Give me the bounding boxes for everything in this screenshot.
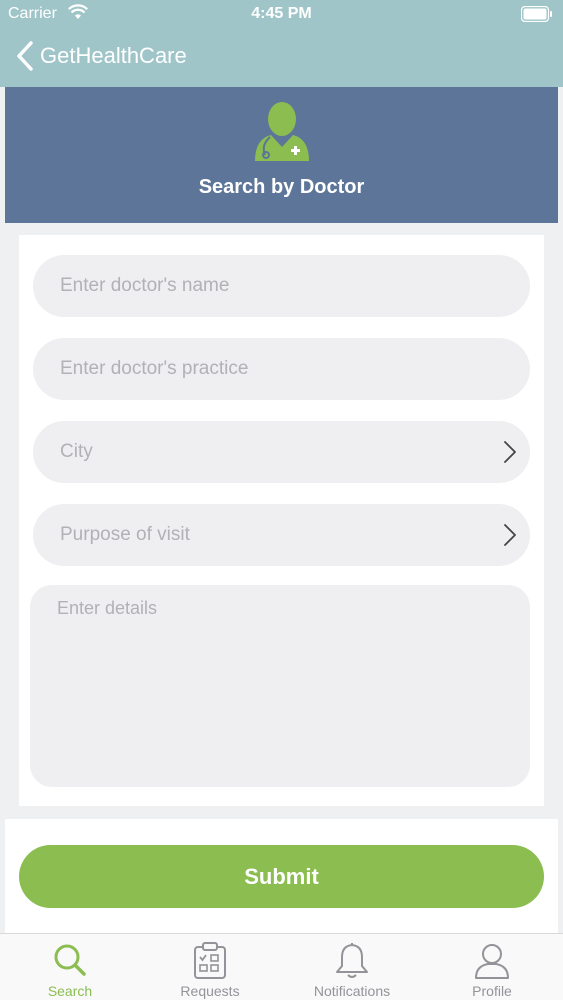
search-banner: Search by Doctor [5, 87, 558, 223]
battery-icon [521, 6, 552, 22]
back-button[interactable]: GetHealthCare [14, 40, 187, 72]
tab-search[interactable]: Search [0, 934, 140, 1000]
chevron-left-icon [17, 41, 33, 71]
bell-icon [336, 943, 368, 978]
purpose-selector[interactable]: Purpose of visit [33, 504, 530, 566]
tab-profile-label: Profile [472, 983, 512, 999]
search-icon [54, 944, 86, 976]
submit-button[interactable]: Submit [19, 845, 544, 908]
doctor-practice-placeholder: Enter doctor's practice [60, 358, 249, 379]
person-icon [475, 944, 509, 979]
doctor-name-field[interactable]: Enter doctor's name [33, 255, 530, 317]
banner-title: Search by Doctor [198, 176, 365, 198]
clipboard-icon [194, 942, 226, 979]
submit-section: Submit [5, 819, 558, 933]
purpose-placeholder: Purpose of visit [60, 524, 190, 545]
doctor-icon [255, 102, 309, 161]
clock: 4:45 PM [251, 5, 312, 22]
city-placeholder: City [60, 441, 93, 462]
tab-notifications-label: Notifications [313, 983, 391, 999]
tab-notifications[interactable]: Notifications [282, 934, 422, 1000]
details-placeholder: Enter details [57, 598, 158, 618]
tab-profile[interactable]: Profile [422, 934, 562, 1000]
chevron-right-icon [504, 441, 516, 463]
city-selector[interactable]: City [33, 421, 530, 483]
tab-search-label: Search [47, 983, 93, 999]
back-title: GetHealthCare [40, 43, 187, 68]
doctor-practice-field[interactable]: Enter doctor's practice [33, 338, 530, 400]
tab-requests[interactable]: Requests [140, 934, 280, 1000]
tab-bar: Search Requests Notifications Profile [0, 933, 563, 1000]
doctor-name-placeholder: Enter doctor's name [60, 275, 230, 296]
search-form: Enter doctor's name Enter doctor's pract… [19, 235, 544, 806]
navigation-bar: Carrier 4:45 PM GetHealthCare [0, 0, 563, 87]
details-textarea[interactable]: Enter details [30, 585, 530, 787]
status-bar: Carrier 4:45 PM [0, 0, 563, 28]
chevron-right-icon [504, 524, 516, 546]
tab-requests-label: Requests [180, 983, 240, 999]
